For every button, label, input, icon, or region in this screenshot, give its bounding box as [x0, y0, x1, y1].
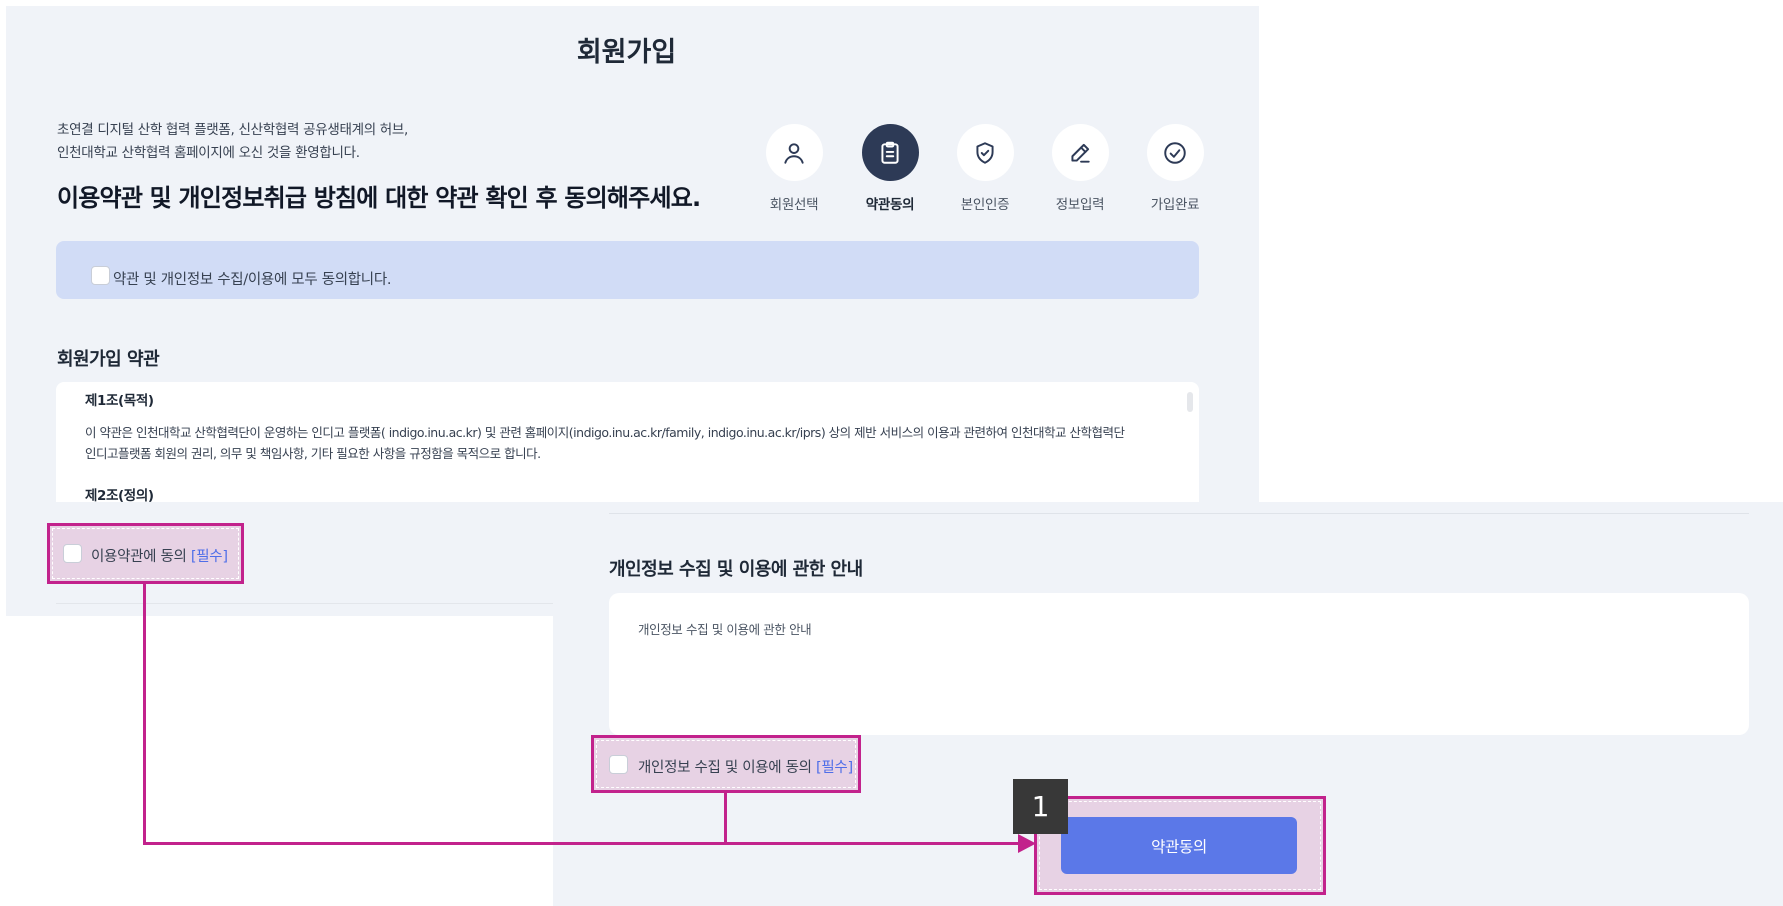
terms-heading: 이용약관 및 개인정보취급 방침에 대한 약관 확인 후 동의해주세요.	[57, 184, 701, 212]
terms-scrollbar[interactable]	[1187, 392, 1193, 412]
person-icon	[765, 124, 823, 181]
step-member-type: 회원선택	[749, 124, 839, 213]
article-1-title: 제1조(목적)	[85, 393, 154, 409]
terms-agree-text: 이용약관에 동의	[91, 549, 187, 565]
article-1-text-line-1: 이 약관은 인천대학교 산학협력단이 운영하는 인디고 플랫폼( indigo.…	[85, 425, 1125, 440]
page-title: 회원가입	[576, 37, 677, 68]
divider	[56, 603, 556, 604]
intro-line-2: 인천대학교 산학협력 홈페이지에 오신 것을 환영합니다.	[57, 145, 360, 161]
privacy-agree-checkbox[interactable]	[609, 755, 628, 774]
step-label: 본인인증	[960, 197, 1010, 213]
step-info-entry: 정보입력	[1035, 124, 1125, 213]
terms-agree-label[interactable]: 이용약관에 동의 [필수]	[91, 545, 228, 566]
intro-line-1: 초연결 디지털 산학 협력 플랫폼, 신산학협력 공유생태계의 허브,	[57, 122, 409, 138]
terms-agree-button[interactable]: 약관동의	[1061, 817, 1297, 874]
article-1-text-line-2: 인디고플랫폼 회원의 권리, 의무 및 책임사항, 기타 필요한 사항을 규정함…	[85, 446, 541, 461]
agree-all-checkbox[interactable]	[91, 266, 110, 285]
step-terms-agree: 약관동의	[845, 124, 935, 213]
clipboard-icon	[861, 124, 919, 181]
terms-scroll-box[interactable]	[56, 382, 1199, 502]
step-label: 가입완료	[1150, 197, 1200, 213]
step-label: 약관동의	[865, 197, 915, 213]
required-tag: [필수]	[816, 760, 853, 776]
step-identity-verify: 본인인증	[940, 124, 1030, 213]
connector-line	[143, 584, 146, 845]
divider	[609, 513, 1749, 514]
privacy-content: 개인정보 수집 및 이용에 관한 안내	[638, 622, 812, 637]
required-tag: [필수]	[190, 549, 228, 565]
pencil-icon	[1051, 124, 1109, 181]
connector-line	[724, 793, 727, 845]
check-circle-icon	[1146, 124, 1204, 181]
terms-agree-checkbox[interactable]	[63, 544, 82, 563]
step-label: 정보입력	[1055, 197, 1105, 213]
shield-check-icon	[956, 124, 1014, 181]
step-complete: 가입완료	[1130, 124, 1220, 213]
terms-section-title: 회원가입 약관	[57, 349, 160, 370]
agree-all-label: 약관 및 개인정보 수집/이용에 모두 동의합니다.	[113, 272, 392, 288]
privacy-agree-text: 개인정보 수집 및 이용에 동의	[638, 760, 812, 776]
privacy-agree-label[interactable]: 개인정보 수집 및 이용에 동의 [필수]	[638, 756, 853, 777]
annotation-number-badge: 1	[1013, 779, 1068, 834]
privacy-section-title: 개인정보 수집 및 이용에 관한 안내	[609, 559, 863, 580]
privacy-scroll-box[interactable]	[609, 593, 1749, 735]
connector-line	[143, 842, 1033, 845]
step-label: 회원선택	[769, 197, 819, 213]
article-2-title: 제2조(정의)	[85, 488, 154, 504]
